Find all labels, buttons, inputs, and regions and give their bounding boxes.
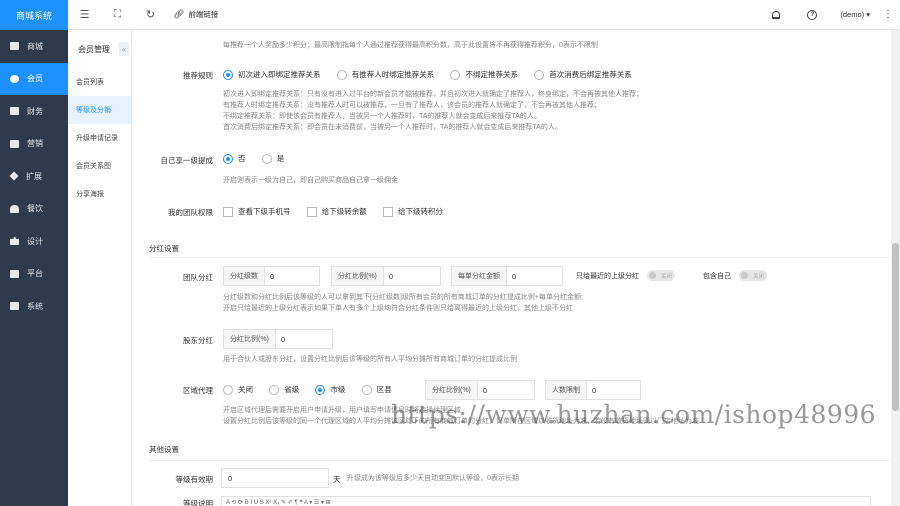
bell-icon — [772, 10, 781, 19]
team-permission-checks: 查看下级手机号 给下级转余额 给下级转积分 — [223, 206, 457, 219]
subnav-item-share-poster[interactable]: 分享海报 — [68, 180, 131, 208]
section-divider-2 — [149, 460, 889, 461]
collapse-icon[interactable]: « — [119, 42, 129, 56]
radio-region-district[interactable]: 区县 — [361, 384, 392, 395]
team-dividend-label: 团队分红 — [183, 273, 213, 282]
extension-icon — [9, 171, 19, 181]
front-link[interactable]: 🔗︎ 前端链接 — [173, 9, 218, 20]
shop-icon — [10, 42, 19, 51]
region-agent-label: 区域代理 — [183, 386, 213, 395]
validity-input[interactable]: 0 — [221, 468, 329, 488]
sidebar-item-design[interactable]: 设计 — [0, 225, 68, 258]
rich-editor-toolbar[interactable]: A ⟲ ⟳ B I U S X² X₂ ✎ ✐ ¶ ❝ A ▾ ☰ ▾ ⊞ — [221, 496, 871, 506]
include-self-setting: 包含自己 关闭 — [703, 270, 767, 281]
self-commission-help: 开启则表示一级为自己，即自己购买商品自己拿一级佣金 — [223, 177, 398, 184]
radio-region-off[interactable]: 关闭 — [223, 384, 253, 395]
link-icon: 🔗︎ — [173, 9, 185, 19]
sidebar-item-marketing[interactable]: 营销 — [0, 128, 68, 161]
region-limit-field[interactable]: 人数限制 0 — [545, 380, 641, 400]
radio-self-yes[interactable]: 是 — [261, 153, 284, 164]
top-help-text: 每推荐一个人奖励多少积分；最高限制指每个人通过推荐获得最高积分数，高于此设置将不… — [223, 42, 598, 49]
team-permission-label: 我的团队权限 — [168, 208, 213, 217]
radio-region-province[interactable]: 省级 — [269, 384, 299, 395]
sidebar-item-finance[interactable]: 财务 — [0, 95, 68, 128]
dividend-ratio-field[interactable]: 分红比例(%) 0 — [331, 266, 441, 286]
form-content: 每推荐一个人奖励多少积分；最高限制指每个人通过推荐获得最高积分数，高于此设置将不… — [133, 30, 900, 506]
menu-toggle-button[interactable]: ☰ — [68, 0, 101, 30]
sub-sidebar: 会员管理 « 会员列表 等级及分销 升级申请记录 会员关系图 分享海报 — [68, 30, 132, 506]
subnav-item-upgrade-records[interactable]: 升级申请记录 — [68, 124, 131, 152]
marketing-icon — [10, 139, 19, 148]
self-commission-radios: 否 是 — [223, 153, 298, 166]
radio-bind-after-purchase[interactable]: 首次消费后绑定推荐关系 — [534, 69, 632, 80]
fullscreen-button[interactable]: ⛶ — [101, 0, 134, 30]
validity-unit: 天 — [333, 475, 341, 484]
nearest-dividend-setting: 只给最近的上级分红 关闭 — [576, 270, 675, 281]
fullscreen-icon: ⛶ — [114, 9, 121, 20]
notification-button[interactable] — [758, 10, 794, 19]
subnav-item-relation-graph[interactable]: 会员关系图 — [68, 152, 131, 180]
top-bar: ☰ ⛶ ↻ 🔗︎ 前端链接 ? (demo) ▾ ⋮ — [68, 0, 900, 30]
recommend-rule-radios: 初次进入即绑定推荐关系 有推荐人时绑定推荐关系 不绑定推荐关系 首次消费后绑定推… — [223, 69, 646, 82]
catering-icon — [10, 204, 19, 213]
radio-no-bind[interactable]: 不绑定推荐关系 — [450, 69, 518, 80]
recommend-rule-label: 推荐规则 — [183, 71, 213, 80]
radio-bind-first-visit[interactable]: 初次进入即绑定推荐关系 — [223, 69, 321, 80]
sidebar-item-catering[interactable]: 餐饮 — [0, 193, 68, 226]
menu-icon: ☰ — [79, 9, 90, 21]
check-transfer-balance[interactable]: 给下级转余额 — [306, 206, 367, 217]
platform-icon — [10, 269, 19, 278]
radio-bind-when-referrer[interactable]: 有推荐人时绑定推荐关系 — [336, 69, 434, 80]
description-label: 等级说明 — [183, 499, 213, 506]
subnav-item-level-distribution[interactable]: 等级及分销 — [68, 96, 131, 124]
validity-label: 等级有效期 — [175, 475, 214, 484]
watermark-text: https://www.huzhan.com/ishop48996 — [391, 400, 877, 429]
sidebar-item-platform[interactable]: 平台 — [0, 258, 68, 291]
self-commission-label: 自己享一级提成 — [160, 156, 214, 165]
member-icon — [10, 74, 19, 83]
main-sidebar: 商城系统 商城 会员 财务 营销 扩展 餐饮 设计 平台 系统 — [0, 0, 68, 506]
region-agent-radios: 关闭 省级 市级 区县 — [223, 384, 406, 397]
include-self-toggle[interactable]: 关闭 — [739, 270, 767, 281]
radio-region-city[interactable]: 市级 — [315, 384, 345, 395]
help-button[interactable]: ? — [794, 9, 830, 20]
check-view-phone[interactable]: 查看下级手机号 — [223, 206, 291, 217]
radio-self-no[interactable]: 否 — [223, 153, 246, 164]
shareholder-label: 股东分红 — [183, 336, 213, 345]
refresh-button[interactable]: ↻ — [134, 0, 167, 30]
check-transfer-points[interactable]: 给下级转积分 — [382, 206, 443, 217]
help-icon: ? — [807, 9, 818, 20]
scrollbar-thumb[interactable] — [892, 243, 899, 411]
region-ratio-field[interactable]: 分红比例(%) 0 — [425, 380, 535, 400]
other-section-title: 其他设置 — [149, 445, 179, 454]
validity-help: 升级成为该等级后多少天自动变回默认等级，0表示长期 — [347, 475, 519, 482]
sidebar-item-extension[interactable]: 扩展 — [0, 160, 68, 193]
design-icon — [10, 237, 19, 246]
sidebar-item-system[interactable]: 系统 — [0, 290, 68, 323]
finance-icon — [10, 107, 19, 116]
system-icon — [10, 302, 19, 311]
recommend-rule-help: 初次进入即绑定推荐关系：只有没有进入过平台的新会员才能被推荐，并且初次进入就确定… — [223, 91, 643, 131]
refresh-icon: ↻ — [145, 9, 156, 21]
sidebar-item-shop[interactable]: 商城 — [0, 30, 68, 63]
shareholder-help: 用于合伙人或股东分红，设置分红比例后该等级的所有人平均分摊所有商城订单的分红提成… — [223, 356, 517, 363]
dividend-amount-field[interactable]: 每单分红金额 0 — [451, 266, 563, 286]
subnav-title: 会员管理 « — [68, 30, 131, 68]
sidebar-item-member[interactable]: 会员 — [0, 62, 68, 95]
user-menu[interactable]: (demo) ▾ — [830, 10, 876, 19]
team-dividend-help: 分红级数和分红比例后该等级的人可以拿到其下[分红级数]级所有会员的所有商城订单的… — [223, 294, 583, 312]
shareholder-ratio-field[interactable]: 分红比例(%) 0 — [223, 329, 333, 349]
dividend-section-title: 分红设置 — [149, 244, 179, 253]
more-menu-icon[interactable]: ⋮ — [876, 9, 900, 20]
dividend-levels-field[interactable]: 分红级数 0 — [223, 266, 320, 286]
subnav-item-member-list[interactable]: 会员列表 — [68, 68, 131, 96]
brand-logo[interactable]: 商城系统 — [0, 0, 68, 30]
nearest-dividend-toggle[interactable]: 关闭 — [647, 270, 675, 281]
section-divider — [149, 257, 889, 258]
